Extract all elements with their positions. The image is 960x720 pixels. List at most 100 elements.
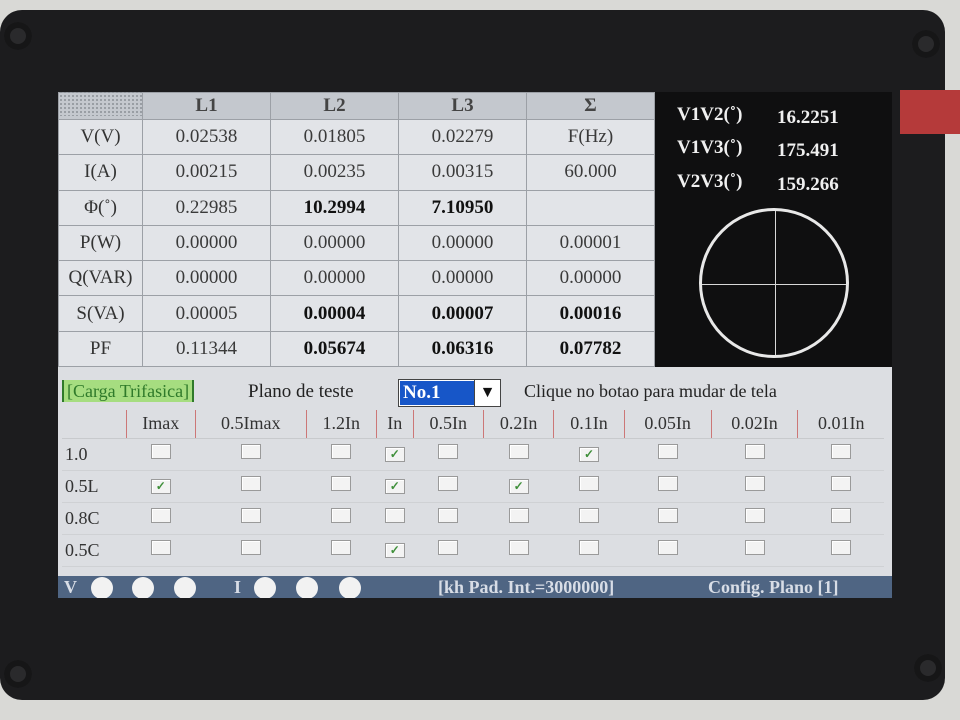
test-point-checkbox[interactable]	[579, 540, 600, 555]
plan-cell	[553, 502, 625, 535]
test-point-checkbox[interactable]	[830, 540, 851, 555]
plan-row: 1.0 ✓ ✓	[62, 438, 884, 471]
column-header-l3: L3	[398, 92, 527, 120]
value-cell	[526, 189, 655, 226]
plan-cell	[126, 502, 196, 535]
column-header-l1: L1	[142, 92, 271, 120]
device-screen: L1 L2 L3 Σ V(V) 0.02538 0.01805 0.02279 F(Hz…	[58, 92, 892, 598]
test-point-checkbox[interactable]	[744, 540, 765, 555]
plan-cell: ✓	[376, 534, 414, 567]
current-led-1	[254, 577, 276, 598]
plan-cell	[624, 534, 712, 567]
plano-select[interactable]: No.1 ▼	[398, 379, 501, 407]
test-point-checkbox[interactable]	[657, 508, 678, 523]
test-point-checkbox[interactable]	[508, 444, 529, 459]
plan-cell	[413, 534, 484, 567]
value-cell: 0.00000	[398, 260, 527, 297]
value-cell: 0.22985	[142, 189, 271, 226]
phase-angle-panel: V1V2(˚) 16.2251 V1V3(˚) 175.491 V2V3(˚) …	[655, 92, 892, 367]
test-point-checkbox[interactable]	[384, 508, 405, 523]
plan-cell	[413, 438, 484, 471]
test-point-checkbox[interactable]	[331, 476, 352, 491]
test-point-checkbox[interactable]	[240, 444, 261, 459]
test-point-checkbox[interactable]	[579, 508, 600, 523]
measurement-table: L1 L2 L3 Σ V(V) 0.02538 0.01805 0.02279 F(Hz…	[58, 92, 655, 368]
plan-cell	[306, 438, 377, 471]
test-point-checkbox[interactable]	[438, 508, 459, 523]
plan-column-header: In	[375, 410, 414, 439]
column-header-sum: Σ	[526, 92, 655, 120]
plan-row: 0.5C ✓	[62, 534, 884, 567]
test-point-checkbox[interactable]	[657, 444, 678, 459]
test-point-checkbox[interactable]: ✓	[508, 479, 529, 494]
angle-v2v3: V2V3(˚) 159.266	[677, 171, 839, 195]
plan-cell	[195, 470, 307, 503]
chevron-down-icon[interactable]: ▼	[474, 380, 500, 406]
value-cell: F(Hz)	[526, 118, 655, 156]
column-header-l2: L2	[270, 92, 399, 120]
test-point-checkbox[interactable]	[331, 508, 352, 523]
screw-icon	[914, 654, 942, 682]
test-point-checkbox[interactable]	[150, 508, 171, 523]
test-point-checkbox[interactable]	[240, 508, 261, 523]
test-point-checkbox[interactable]	[830, 508, 851, 523]
test-point-checkbox[interactable]	[830, 476, 851, 491]
plan-cell	[711, 534, 798, 567]
test-point-checkbox[interactable]	[508, 540, 529, 555]
test-point-checkbox[interactable]	[150, 540, 171, 555]
plan-row: 0.5L ✓ ✓ ✓	[62, 470, 884, 503]
test-point-checkbox[interactable]	[657, 476, 678, 491]
test-point-checkbox[interactable]	[830, 444, 851, 459]
plan-cell	[195, 534, 307, 567]
value-cell: 0.05674	[270, 330, 399, 368]
angle-v1v3: V1V3(˚) 175.491	[677, 137, 839, 161]
test-point-checkbox[interactable]	[657, 540, 678, 555]
test-point-checkbox[interactable]: ✓	[384, 447, 405, 462]
config-plan-button[interactable]: Config. Plano [1]	[708, 576, 839, 598]
test-point-checkbox[interactable]: ✓	[579, 447, 600, 462]
test-point-checkbox[interactable]	[744, 508, 765, 523]
test-point-checkbox[interactable]: ✓	[384, 479, 405, 494]
test-point-checkbox[interactable]	[744, 444, 765, 459]
plan-column-header: 0.2In	[482, 410, 554, 439]
plan-column-header: 0.01In	[797, 410, 884, 439]
row-label: V(V)	[58, 118, 143, 156]
power-factor-label: 0.5C	[62, 534, 126, 567]
test-point-checkbox[interactable]	[438, 540, 459, 555]
value-cell: 0.00000	[270, 224, 399, 262]
plan-cell	[195, 502, 307, 535]
value-cell: 0.00005	[142, 295, 271, 332]
screw-icon	[4, 660, 32, 688]
plan-cell	[553, 470, 625, 503]
plan-cell	[483, 534, 554, 567]
plan-cell	[413, 470, 484, 503]
test-point-checkbox[interactable]: ✓	[384, 543, 405, 558]
plan-cell	[483, 502, 554, 535]
plano-select-value[interactable]: No.1	[400, 381, 474, 405]
test-point-checkbox[interactable]	[240, 476, 261, 491]
screw-icon	[4, 22, 32, 50]
test-point-checkbox[interactable]: ✓	[150, 479, 171, 494]
test-point-checkbox[interactable]	[438, 476, 459, 491]
value-cell: 7.10950	[398, 189, 527, 226]
test-point-checkbox[interactable]	[438, 444, 459, 459]
load-mode-tab[interactable]: [Carga Trifasica]	[62, 380, 195, 402]
power-factor-label: 1.0	[62, 438, 126, 471]
test-plan-area: [Carga Trifasica] Plano de teste No.1 ▼ …	[58, 367, 892, 598]
test-point-checkbox[interactable]	[508, 508, 529, 523]
current-label: I	[234, 577, 242, 597]
plan-cell	[553, 534, 625, 567]
test-point-checkbox[interactable]	[579, 476, 600, 491]
table-header-row: L1 L2 L3 Σ	[58, 92, 655, 120]
test-plan-grid: Imax 0.5Imax 1.2In In 0.5In 0.2In 0.1In 0.05In 0…	[62, 410, 884, 567]
test-point-checkbox[interactable]	[331, 444, 352, 459]
value-cell: 10.2994	[270, 189, 399, 226]
voltage-label: V	[64, 577, 77, 597]
test-point-checkbox[interactable]	[744, 476, 765, 491]
test-point-checkbox[interactable]	[331, 540, 352, 555]
test-point-checkbox[interactable]	[150, 444, 171, 459]
plan-cell: ✓	[376, 470, 414, 503]
test-point-checkbox[interactable]	[240, 540, 261, 555]
plan-cell	[711, 502, 798, 535]
plan-cell	[126, 534, 196, 567]
